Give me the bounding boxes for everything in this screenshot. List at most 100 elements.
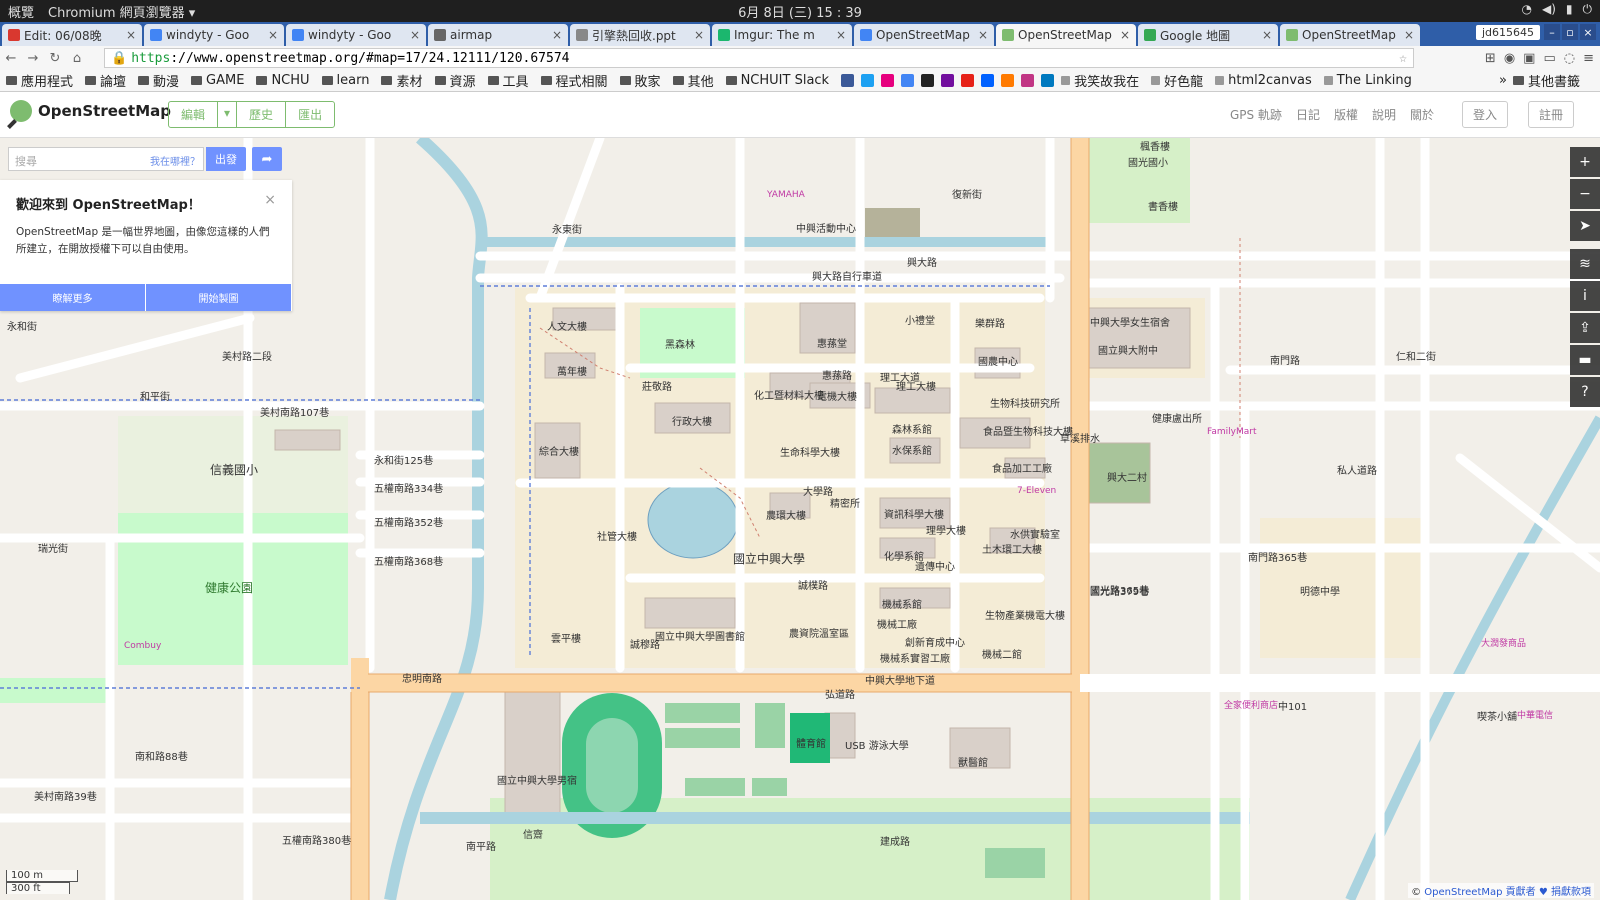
bookmark-site-icon[interactable] — [941, 74, 955, 87]
maximize-icon[interactable]: ▫ — [1562, 24, 1578, 40]
tab[interactable]: airmap × — [428, 24, 568, 46]
bookmark-site-icon[interactable] — [921, 74, 935, 87]
tab-close-icon[interactable]: × — [694, 28, 704, 42]
bookmark-site-icon[interactable] — [961, 74, 975, 87]
other-bookmarks[interactable]: 其他書籤 — [1512, 71, 1580, 90]
tab-close-icon[interactable]: × — [836, 28, 846, 42]
tab-close-icon[interactable]: × — [1404, 28, 1414, 42]
layers-icon[interactable]: ≋ — [1570, 249, 1600, 279]
reload-icon[interactable]: ↻ — [44, 51, 66, 66]
bookmark-site-icon[interactable] — [1021, 74, 1035, 87]
signup-button[interactable]: 註冊 — [1527, 101, 1574, 128]
home-icon[interactable]: ⌂ — [66, 51, 88, 66]
edit-button[interactable]: 編輯 — [169, 102, 219, 127]
share-icon[interactable]: ⇪ — [1570, 313, 1600, 343]
profile-badge[interactable]: jd615645 — [1475, 25, 1540, 40]
osm-logo[interactable]: OpenStreetMap — [10, 100, 171, 122]
close-window-icon[interactable]: × — [1580, 24, 1596, 40]
tab[interactable]: OpenStreetMap × — [1280, 24, 1420, 46]
bookmark-folder[interactable]: 其他 — [672, 71, 714, 90]
tab[interactable]: windyty - Goo × — [286, 24, 426, 46]
osm-nav-link[interactable]: 說明 — [1372, 106, 1396, 123]
tab-close-icon[interactable]: × — [268, 28, 278, 42]
start-mapping-button[interactable]: 開始製圖 — [146, 284, 292, 311]
zoom-out-icon[interactable]: − — [1570, 179, 1600, 209]
tab[interactable]: OpenStreetMap × — [854, 24, 994, 46]
attribution-link[interactable]: OpenStreetMap 貢獻者 — [1424, 887, 1535, 898]
tab-close-icon[interactable]: × — [552, 28, 562, 42]
where-am-i-link[interactable]: 我在哪裡？ — [150, 153, 200, 168]
minimize-icon[interactable]: – — [1544, 24, 1560, 40]
geolocate-icon[interactable]: ➤ — [1570, 211, 1600, 241]
bookmark-folder[interactable]: learn — [321, 73, 369, 88]
bookmark-folder[interactable]: NCHUIT Slack — [725, 73, 829, 88]
bookmark-folder[interactable]: 應用程式 — [6, 71, 73, 90]
close-icon[interactable]: × — [264, 192, 276, 208]
bookmark-site-icon[interactable] — [1001, 74, 1015, 87]
tab-close-icon[interactable]: × — [126, 28, 136, 42]
bookmark-link[interactable]: html2canvas — [1215, 73, 1312, 88]
address-bar[interactable]: 🔒 https ://www.openstreetmap.org/#map=17… — [104, 48, 1414, 68]
bookmark-site-icon[interactable] — [1041, 74, 1055, 87]
osm-nav-link[interactable]: 日記 — [1296, 106, 1320, 123]
osm-nav-link[interactable]: GPS 軌跡 — [1230, 106, 1282, 123]
activities-button[interactable]: 概覽 — [8, 2, 34, 21]
bookmark-folder[interactable]: NCHU — [256, 73, 310, 88]
osm-nav-link[interactable]: 版權 — [1334, 106, 1358, 123]
system-status-icons[interactable]: ◔ ◀) ▮ ⏻ — [1521, 2, 1592, 17]
donate-link[interactable]: ♥ 捐獻款項 — [1536, 887, 1591, 898]
tab[interactable]: Imgur: The m × — [712, 24, 852, 46]
bookmark-folder[interactable]: 工具 — [487, 71, 529, 90]
extension-icon[interactable]: ▣ — [1523, 51, 1535, 66]
learn-more-button[interactable]: 瞭解更多 — [0, 284, 146, 311]
app-menu[interactable]: Chromium 網頁瀏覽器 ▾ — [48, 2, 195, 21]
login-button[interactable]: 登入 — [1461, 101, 1508, 128]
tab[interactable]: Edit: 06/08晚 × — [2, 24, 142, 46]
query-icon[interactable]: ? — [1570, 377, 1600, 407]
bookmark-star-icon[interactable]: ☆ — [1399, 51, 1407, 66]
map-label: 國農中心 — [978, 357, 1018, 368]
overflow-chevron-icon[interactable]: » — [1499, 73, 1507, 88]
directions-icon[interactable]: ➦ — [252, 147, 282, 171]
bookmark-site-icon[interactable] — [841, 74, 855, 87]
export-button[interactable]: 匯出 — [286, 102, 334, 127]
clock[interactable]: 6月 8日 (三) 15 : 39 — [0, 2, 1600, 21]
bookmark-link[interactable]: 好色龍 — [1151, 71, 1203, 90]
search-go-button[interactable]: 出發 — [206, 147, 246, 171]
osm-nav-link[interactable]: 關於 — [1410, 106, 1434, 123]
tab-close-icon[interactable]: × — [1120, 28, 1130, 42]
bookmark-site-icon[interactable] — [981, 74, 995, 87]
bookmark-folder[interactable]: 程式相關 — [540, 71, 608, 90]
tab[interactable]: OpenStreetMap × — [996, 24, 1136, 46]
bookmark-folder[interactable]: 動漫 — [138, 71, 179, 90]
back-icon[interactable]: ← — [0, 51, 22, 66]
note-icon[interactable]: ▬ — [1570, 345, 1600, 375]
edit-dropdown-icon[interactable]: ▾ — [218, 102, 238, 127]
tab[interactable]: Google 地圖 × — [1138, 24, 1278, 46]
bookmark-folder[interactable]: 敗家 — [619, 71, 661, 90]
bookmark-site-icon[interactable] — [881, 74, 895, 87]
bookmark-site-icon[interactable] — [861, 74, 875, 87]
bookmark-folder[interactable]: 素材 — [381, 71, 423, 90]
bookmark-folder[interactable]: 論壇 — [85, 71, 126, 90]
bookmark-site-icon[interactable] — [901, 74, 915, 87]
bookmark-link[interactable]: 我笑故我在 — [1061, 71, 1139, 90]
tab-close-icon[interactable]: × — [410, 28, 420, 42]
bookmark-link[interactable]: The Linking — [1323, 73, 1412, 88]
zoom-in-icon[interactable]: + — [1570, 147, 1600, 177]
tab[interactable]: 引擎熱回收.ppt × — [570, 24, 710, 46]
tab-strip: Edit: 06/08晚 × windyty - Goo × windyty - Goo… — [0, 22, 1600, 46]
translate-icon[interactable]: ⊞ — [1485, 51, 1496, 66]
extension-icon[interactable]: ◌ — [1564, 51, 1575, 66]
forward-icon[interactable]: → — [22, 51, 44, 66]
bookmark-folder[interactable]: GAME — [191, 73, 244, 88]
bookmark-folder[interactable]: 資源 — [434, 71, 476, 90]
cast-icon[interactable]: ▭ — [1543, 51, 1555, 66]
tab-close-icon[interactable]: × — [978, 28, 988, 42]
tab[interactable]: windyty - Goo × — [144, 24, 284, 46]
extension-icon[interactable]: ◉ — [1504, 51, 1515, 66]
menu-icon[interactable]: ≡ — [1583, 51, 1594, 66]
tab-close-icon[interactable]: × — [1262, 28, 1272, 42]
history-button[interactable]: 歷史 — [237, 102, 287, 127]
info-icon[interactable]: i — [1570, 281, 1600, 311]
